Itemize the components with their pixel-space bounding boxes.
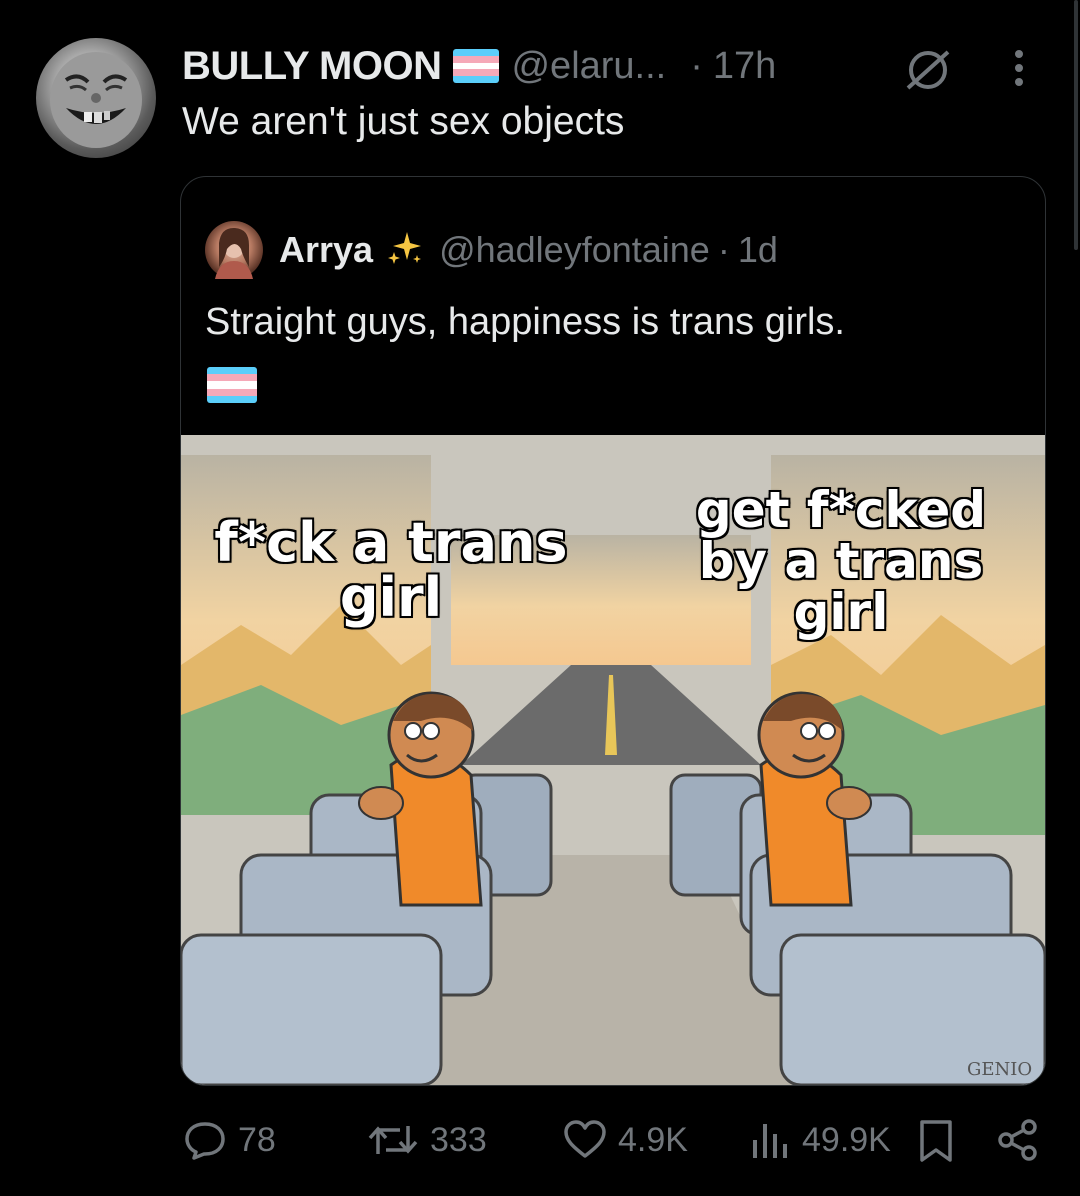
analytics-icon xyxy=(753,1124,787,1158)
quoted-tweet-timestamp[interactable]: 1d xyxy=(738,229,778,271)
quoted-author-handle[interactable]: @hadleyfontaine xyxy=(439,229,710,271)
like-count: 4.9K xyxy=(618,1120,688,1159)
author-handle[interactable]: @elaru... xyxy=(511,45,666,88)
quoted-tweet-header: Arrya @hadleyfontaine · 1d xyxy=(279,221,778,279)
bookmark-icon xyxy=(920,1120,952,1162)
repost-icon xyxy=(368,1126,418,1154)
repost-count: 333 xyxy=(430,1120,487,1159)
smiling-face-icon xyxy=(50,52,142,148)
like-button[interactable]: 4.9K xyxy=(562,1118,688,1162)
tweet-text: We aren't just sex objects xyxy=(182,100,625,143)
scrollbar[interactable] xyxy=(1070,0,1080,250)
grok-icon[interactable] xyxy=(902,48,956,97)
share-button[interactable] xyxy=(996,1118,1050,1162)
repost-button[interactable]: 333 xyxy=(366,1118,487,1162)
transgender-flag-icon xyxy=(207,367,257,403)
artist-signature: GENIO xyxy=(967,1059,1032,1080)
person-icon xyxy=(215,227,253,279)
meme-left-label: f*ck a trans girl xyxy=(213,511,569,630)
bookmark-button[interactable] xyxy=(916,1118,966,1164)
separator-dot: · xyxy=(690,44,703,87)
share-icon xyxy=(998,1119,1037,1161)
sparkles-icon xyxy=(385,228,425,273)
separator-dot: · xyxy=(717,229,730,270)
author-avatar[interactable] xyxy=(36,38,156,158)
reply-icon xyxy=(185,1122,225,1160)
tweet-timestamp[interactable]: 17h xyxy=(713,45,776,88)
more-options-icon[interactable] xyxy=(1012,48,1026,93)
heart-icon xyxy=(564,1120,606,1158)
quoted-tweet-text: Straight guys, happiness is trans girls. xyxy=(205,301,845,343)
quoted-tweet[interactable]: Arrya @hadleyfontaine · 1d Straight guys… xyxy=(180,176,1046,1086)
views-button[interactable]: 49.9K xyxy=(748,1118,891,1162)
meme-right-label: get f*cked by a trans girl xyxy=(694,481,987,641)
quoted-author-avatar[interactable] xyxy=(205,221,263,279)
tweet-actions-bar: 78 333 4.9K 49.9K xyxy=(0,1118,1080,1168)
transgender-flag-icon xyxy=(453,49,500,83)
tweet-header: BULLY MOON @elaru... · 17h xyxy=(182,40,776,92)
author-name[interactable]: BULLY MOON xyxy=(182,44,442,89)
reply-button[interactable]: 78 xyxy=(182,1118,276,1162)
meme-image[interactable]: GENIO f*ck a trans girl get f*cked by a … xyxy=(181,435,1045,1085)
reply-count: 78 xyxy=(238,1120,276,1159)
quoted-author-name[interactable]: Arrya xyxy=(279,229,373,271)
view-count: 49.9K xyxy=(802,1120,891,1159)
